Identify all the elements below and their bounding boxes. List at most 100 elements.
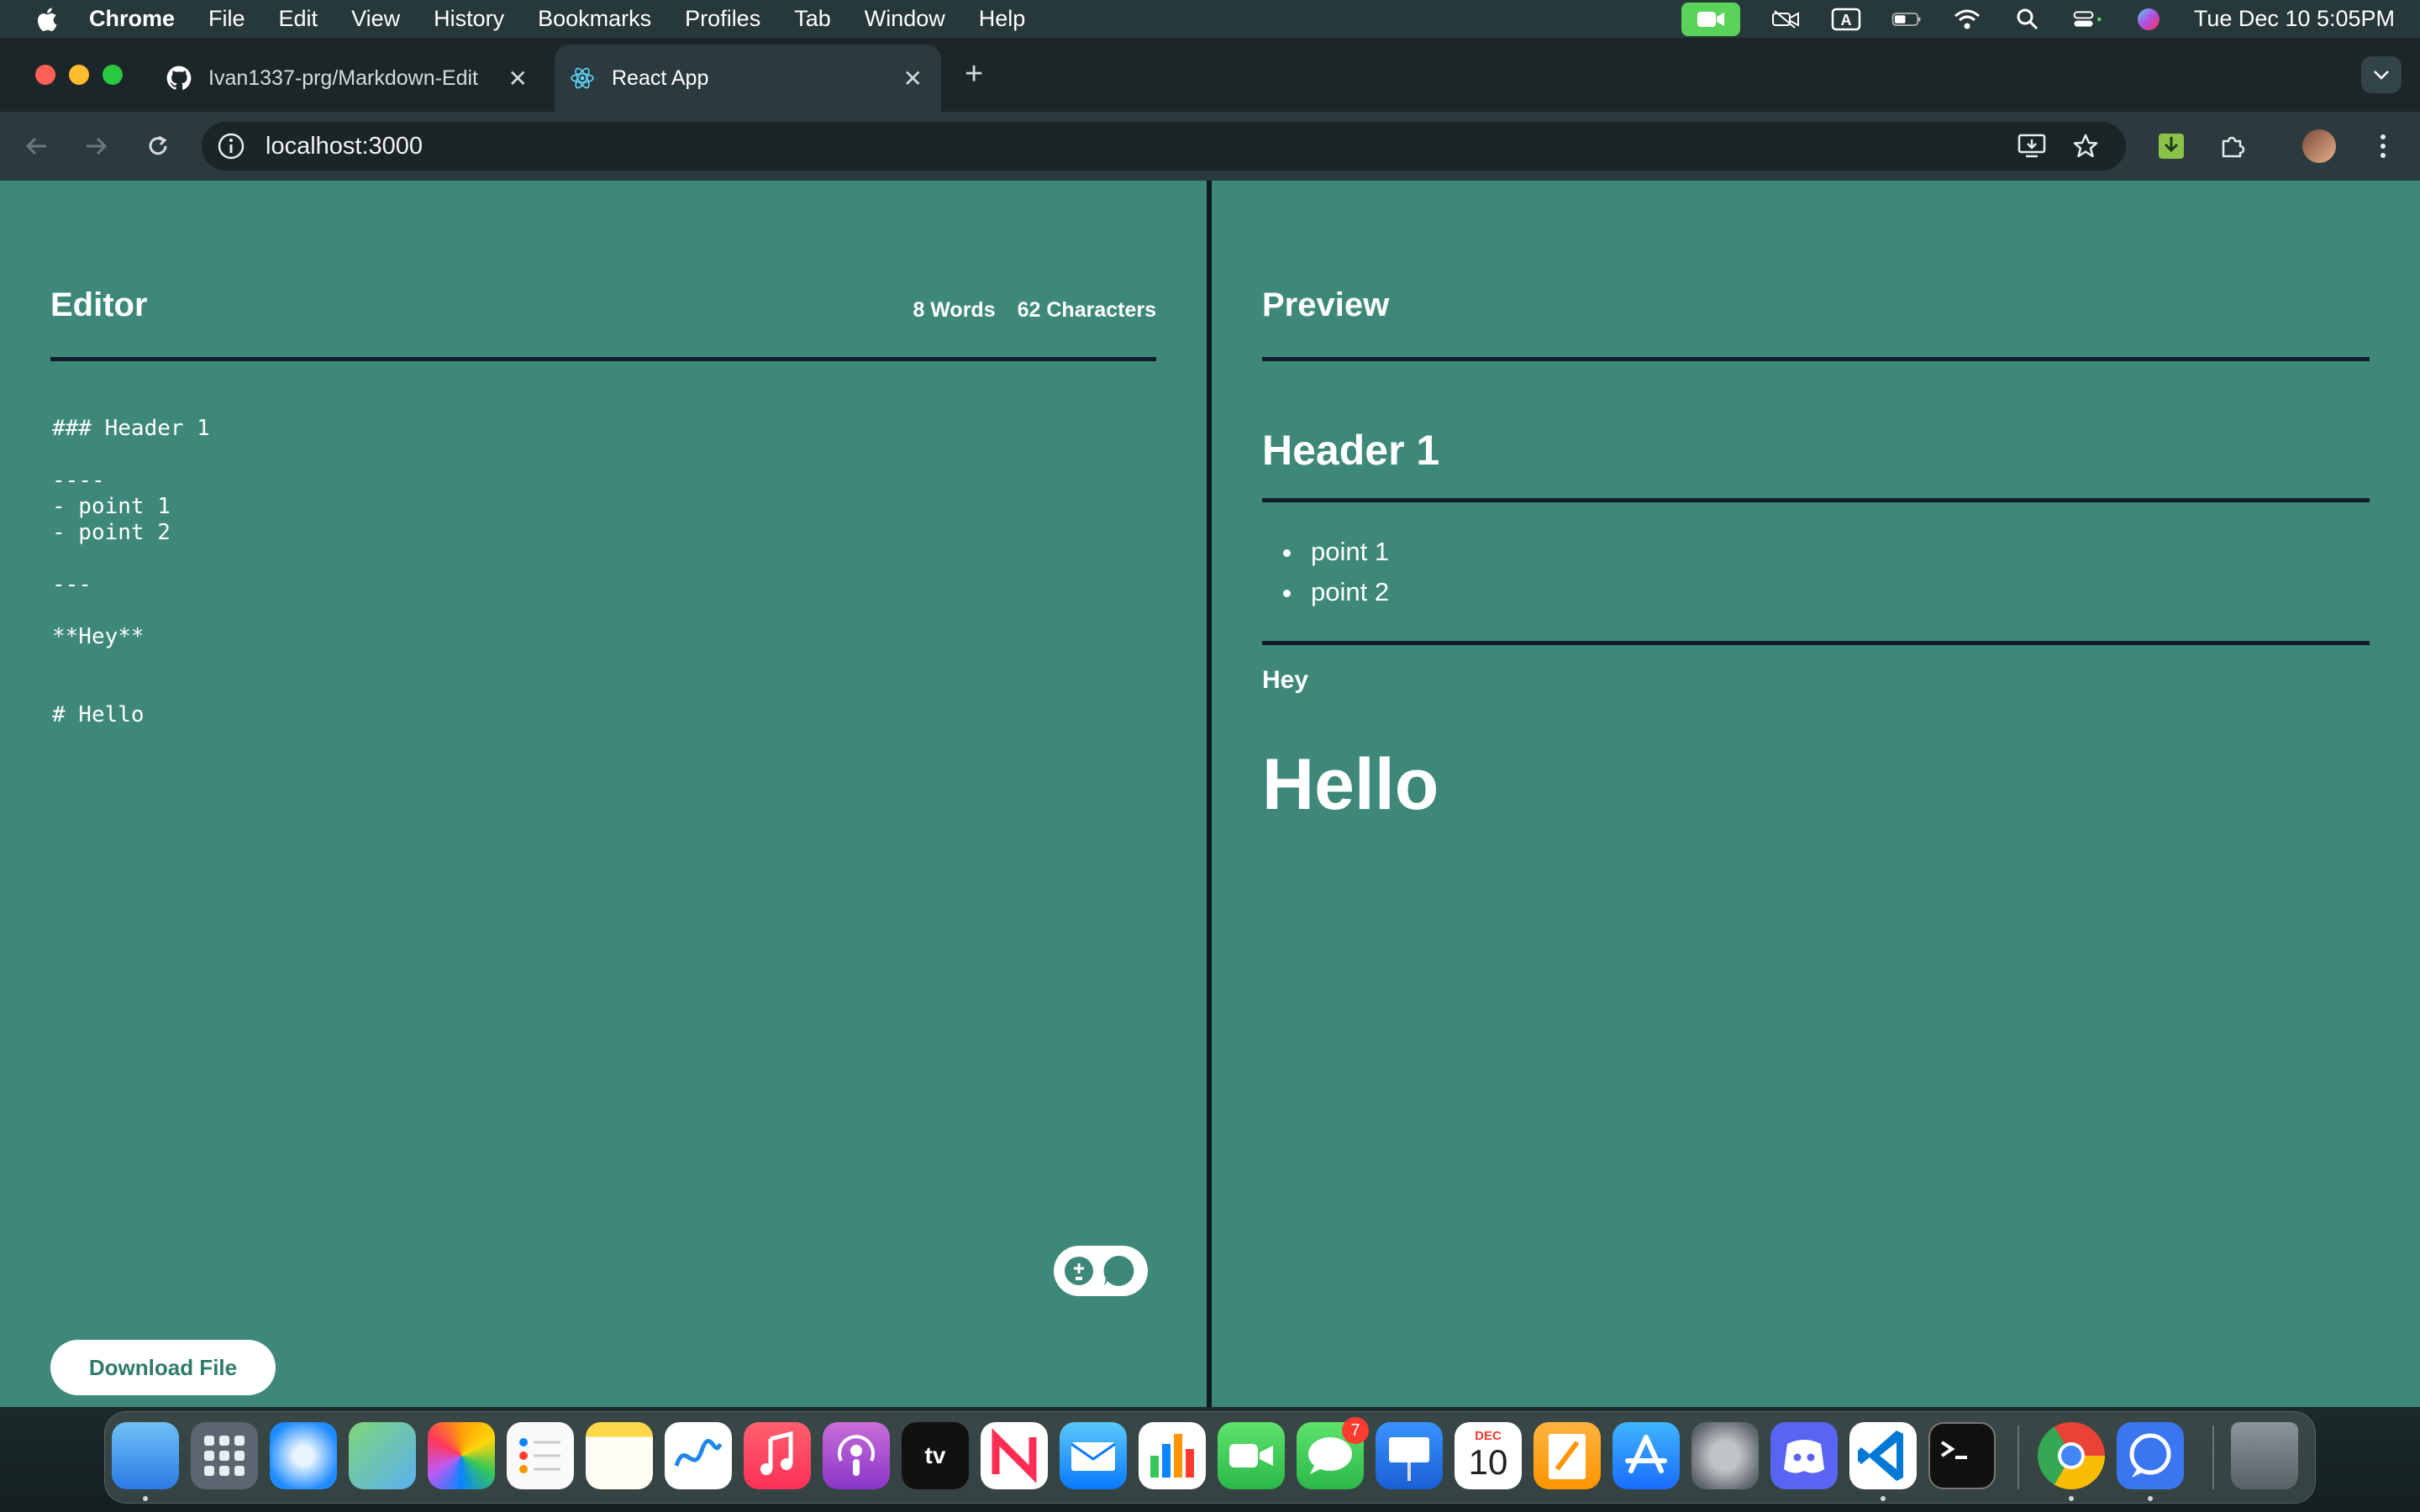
svg-text:A: A xyxy=(1840,12,1851,29)
facetime-status-icon[interactable] xyxy=(1681,2,1740,36)
chrome-menu-icon[interactable] xyxy=(2366,129,2400,163)
lightbulb-icon xyxy=(1065,1257,1093,1285)
assistant-badge[interactable] xyxy=(1054,1246,1148,1296)
chat-bubble-icon xyxy=(1103,1255,1134,1286)
messages-icon[interactable]: 7 xyxy=(1297,1417,1369,1489)
trash-icon[interactable] xyxy=(2231,1422,2298,1489)
input-source-icon[interactable]: A xyxy=(1831,8,1861,31)
apple-icon[interactable] xyxy=(34,6,59,33)
tab-title: Ivan1337-prg/Markdown-Edit xyxy=(208,66,478,90)
menu-bookmarks[interactable]: Bookmarks xyxy=(538,6,651,32)
preview-list: point 1 point 2 xyxy=(1304,532,1389,612)
notes-icon[interactable] xyxy=(586,1422,653,1489)
preview-heading-3: Header 1 xyxy=(1262,427,1440,474)
menu-profiles[interactable]: Profiles xyxy=(685,6,760,32)
tab-github[interactable]: Ivan1337-prg/Markdown-Edit ✕ xyxy=(151,45,546,112)
menubar-clock[interactable]: Tue Dec 10 5:05PM xyxy=(2194,6,2395,32)
podcasts-icon[interactable] xyxy=(823,1422,890,1489)
running-indicator xyxy=(143,1496,148,1501)
preview-horizontal-rule xyxy=(1262,498,2370,502)
spotlight-search-icon[interactable] xyxy=(2012,8,2043,31)
photos-icon[interactable] xyxy=(428,1422,495,1489)
menu-window[interactable]: Window xyxy=(865,6,945,32)
mail-icon[interactable] xyxy=(1060,1422,1127,1489)
fullscreen-window-button[interactable] xyxy=(103,65,123,85)
download-file-button[interactable]: Download File xyxy=(50,1340,276,1395)
menu-edit[interactable]: Edit xyxy=(279,6,318,32)
keynote-icon[interactable] xyxy=(1376,1422,1443,1489)
discord-icon[interactable] xyxy=(1770,1422,1838,1489)
safari-icon[interactable] xyxy=(270,1422,337,1489)
calendar-icon[interactable]: DEC 10 xyxy=(1455,1422,1522,1489)
extensions-puzzle-icon[interactable] xyxy=(2215,129,2249,163)
github-icon xyxy=(166,66,192,90)
page-content: Editor 8 Words 62 Characters ### Header 1… xyxy=(0,181,2420,1407)
signal-icon[interactable] xyxy=(2117,1422,2184,1489)
download-extension-icon[interactable] xyxy=(2154,129,2188,163)
dock-separator xyxy=(2018,1425,2019,1489)
running-indicator xyxy=(2069,1496,2074,1501)
calendar-day: 10 xyxy=(1468,1442,1508,1482)
forward-button[interactable] xyxy=(79,129,113,163)
running-indicator xyxy=(1881,1496,1886,1501)
preview-heading-1: Hello xyxy=(1262,744,1439,825)
siri-icon[interactable] xyxy=(2133,8,2164,31)
tab-strip: Ivan1337-prg/Markdown-Edit ✕ React App ✕… xyxy=(0,38,2420,112)
close-tab-icon[interactable]: ✕ xyxy=(508,65,528,92)
editor-title: Editor xyxy=(50,286,148,323)
editor-divider xyxy=(50,357,1156,361)
avatar xyxy=(2302,129,2336,163)
calendar-month: DEC xyxy=(1475,1429,1502,1443)
freeform-icon[interactable] xyxy=(665,1422,732,1489)
bookmark-star-icon[interactable] xyxy=(2069,129,2102,163)
back-arrow-icon xyxy=(25,137,46,155)
pane-divider[interactable] xyxy=(1207,181,1212,1407)
forward-arrow-icon xyxy=(87,137,108,155)
control-center-icon[interactable] xyxy=(2073,8,2103,31)
reminders-icon[interactable] xyxy=(507,1422,574,1489)
camera-off-icon[interactable] xyxy=(1770,8,1801,31)
battery-icon[interactable] xyxy=(1891,8,1922,31)
dock: tv 7 DEC 10 xyxy=(104,1411,2316,1504)
menu-history[interactable]: History xyxy=(434,6,504,32)
pages-icon[interactable] xyxy=(1534,1422,1601,1489)
music-icon[interactable] xyxy=(744,1422,811,1489)
menu-app-name[interactable]: Chrome xyxy=(89,6,175,32)
numbers-icon[interactable] xyxy=(1139,1422,1206,1489)
maps-icon[interactable] xyxy=(349,1422,416,1489)
tab-react-app[interactable]: React App ✕ xyxy=(555,45,941,112)
menu-tab[interactable]: Tab xyxy=(794,6,831,32)
launchpad-icon[interactable] xyxy=(191,1422,258,1489)
address-bar[interactable]: localhost:3000 xyxy=(202,122,2126,171)
terminal-icon[interactable] xyxy=(1928,1422,1996,1489)
menu-help[interactable]: Help xyxy=(979,6,1026,32)
chrome-icon[interactable] xyxy=(2038,1422,2105,1489)
install-app-icon[interactable] xyxy=(2015,129,2049,163)
facetime-icon[interactable] xyxy=(1218,1422,1285,1489)
preview-bold-text: Hey xyxy=(1262,666,1309,694)
preview-horizontal-rule xyxy=(1262,641,2370,645)
tv-icon[interactable]: tv xyxy=(902,1422,969,1489)
back-button[interactable] xyxy=(20,129,54,163)
markdown-editor-textarea[interactable]: ### Header 1 ---- - point 1 - point 2 --… xyxy=(52,416,1144,728)
tab-search-button[interactable] xyxy=(2361,56,2402,93)
menu-view[interactable]: View xyxy=(351,6,400,32)
close-window-button[interactable] xyxy=(35,65,55,85)
wifi-icon[interactable] xyxy=(1952,8,1982,31)
character-count: 62 Characters xyxy=(1017,298,1156,322)
finder-icon[interactable] xyxy=(112,1422,179,1489)
close-tab-icon[interactable]: ✕ xyxy=(903,65,923,92)
menu-bar: Chrome File Edit View History Bookmarks … xyxy=(0,0,2420,38)
system-settings-icon[interactable] xyxy=(1691,1422,1759,1489)
menu-file[interactable]: File xyxy=(208,6,245,32)
site-info-icon[interactable] xyxy=(217,132,245,160)
new-tab-button[interactable]: + xyxy=(965,56,983,92)
profile-avatar[interactable] xyxy=(2302,129,2336,163)
reload-button[interactable] xyxy=(141,129,175,163)
vscode-icon[interactable] xyxy=(1849,1422,1917,1489)
list-item: point 1 xyxy=(1304,532,1389,572)
browser-window: Ivan1337-prg/Markdown-Edit ✕ React App ✕… xyxy=(0,38,2420,1407)
minimize-window-button[interactable] xyxy=(69,65,89,85)
news-icon[interactable] xyxy=(981,1422,1048,1489)
app-store-icon[interactable] xyxy=(1612,1422,1680,1489)
